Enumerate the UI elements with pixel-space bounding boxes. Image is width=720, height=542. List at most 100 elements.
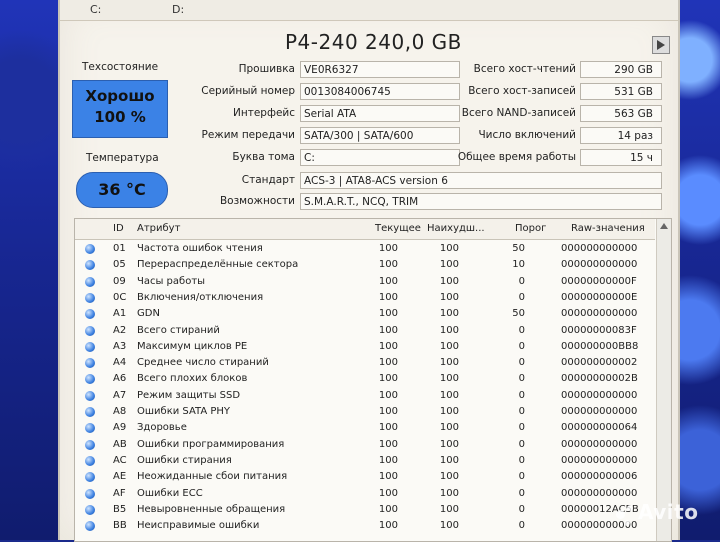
- health-percent: 100 %: [94, 108, 146, 126]
- col-worst[interactable]: Наихудш...: [427, 223, 485, 234]
- attr-threshold: 0: [518, 503, 525, 515]
- health-status: Хорошо: [85, 87, 155, 105]
- attr-threshold: 50: [512, 243, 525, 254]
- attr-id: A8: [113, 406, 127, 417]
- table-row[interactable]: A4 Среднее число стираний 100 100 0 000000000…: [75, 355, 655, 371]
- attr-raw: 000000000000: [561, 487, 638, 499]
- attr-id: A7: [113, 389, 127, 401]
- status-good-icon: [85, 504, 95, 515]
- attr-worst: 100: [439, 357, 459, 369]
- attr-name: Неисправимые ошибки: [137, 520, 260, 532]
- crystaldiskinfo-window: C: D: P4-240 240,0 GB Техсостояние Хорош…: [58, 0, 680, 542]
- status-good-icon: [85, 488, 95, 499]
- attr-name: Частота ошибок чтения: [137, 243, 263, 254]
- attr-id: AB: [113, 438, 127, 450]
- table-row[interactable]: AE Неожиданные сбои питания 100 100 0 0000000…: [75, 469, 655, 485]
- attr-id: AE: [113, 471, 127, 483]
- status-good-icon: [85, 390, 95, 401]
- attr-id: 0C: [113, 291, 127, 303]
- attr-raw: 000000000000: [561, 259, 638, 271]
- table-row[interactable]: A2 Всего стираний 100 100 0 00000000083F: [75, 323, 655, 339]
- attr-threshold: 0: [518, 389, 525, 401]
- attr-current: 100: [378, 259, 398, 271]
- drive-tab-d[interactable]: D:: [172, 3, 184, 16]
- attr-current: 100: [378, 373, 398, 385]
- attr-worst: 100: [439, 291, 459, 303]
- attr-name: Режим защиты SSD: [137, 389, 241, 401]
- attr-name: Ошибки SATA PHY: [137, 406, 231, 417]
- attr-raw: 00000000002B: [561, 373, 638, 385]
- table-row[interactable]: BB Неисправимые ошибки 100 100 0 000000000000: [75, 518, 655, 534]
- attr-threshold: 0: [518, 406, 525, 417]
- attr-raw: 000000000064: [561, 422, 638, 434]
- table-row[interactable]: B5 Невыровненные обращения 100 100 0 00000012…: [75, 502, 655, 518]
- table-row[interactable]: 05 Перераспределённые сектора 100 100 10 0000…: [75, 257, 655, 273]
- attr-current: 100: [378, 520, 398, 532]
- attr-threshold: 10: [512, 259, 525, 271]
- avito-logo-dot: [624, 520, 630, 526]
- power-on-count-value: 14 раз: [580, 127, 662, 144]
- status-good-icon: [85, 309, 95, 320]
- attr-worst: 100: [439, 275, 459, 287]
- attr-raw: 00000000000F: [561, 275, 637, 287]
- col-attribute[interactable]: Атрибут: [137, 223, 180, 234]
- attr-raw: 00000000083F: [561, 324, 637, 336]
- attr-current: 100: [378, 471, 398, 483]
- status-good-icon: [85, 325, 95, 336]
- attr-raw: 000000000000: [561, 308, 638, 320]
- table-row[interactable]: A1 GDN 100 100 50 000000000000: [75, 306, 655, 322]
- table-row[interactable]: 09 Часы работы 100 100 0 00000000000F: [75, 274, 655, 290]
- attr-id: 01: [113, 243, 126, 254]
- volume-letter-label: Буква тома: [232, 151, 295, 163]
- attr-current: 100: [378, 308, 398, 320]
- table-row[interactable]: 01 Частота ошибок чтения 100 100 50 000000000…: [75, 241, 655, 257]
- status-good-icon: [85, 423, 95, 434]
- table-row[interactable]: A9 Здоровье 100 100 0 000000000064: [75, 420, 655, 436]
- health-status-box[interactable]: Хорошо 100 %: [72, 80, 168, 138]
- next-disk-button[interactable]: [652, 36, 670, 54]
- attr-worst: 100: [439, 324, 459, 336]
- attr-threshold: 0: [518, 487, 525, 499]
- attr-worst: 100: [439, 503, 459, 515]
- col-threshold[interactable]: Порог: [515, 223, 546, 234]
- status-good-icon: [85, 358, 95, 369]
- attr-worst: 100: [439, 259, 459, 271]
- attr-id: 09: [113, 275, 126, 287]
- attr-raw: 000000000000: [561, 243, 638, 254]
- table-row[interactable]: AC Ошибки стирания 100 100 0 000000000000: [75, 453, 655, 469]
- status-good-icon: [85, 276, 95, 287]
- attr-threshold: 0: [518, 340, 525, 352]
- serial-number-label: Серийный номер: [201, 85, 295, 97]
- attr-worst: 100: [439, 389, 459, 401]
- attr-raw: 000000000000: [561, 438, 638, 450]
- attr-id: AC: [113, 454, 127, 466]
- table-row[interactable]: A6 Всего плохих блоков 100 100 0 00000000002B: [75, 371, 655, 387]
- status-good-icon: [85, 244, 95, 254]
- table-scrollbar[interactable]: [656, 219, 671, 541]
- transfer-mode-label: Режим передачи: [201, 129, 295, 141]
- table-row[interactable]: A7 Режим защиты SSD 100 100 0 000000000000: [75, 388, 655, 404]
- table-row[interactable]: AF Ошибки ECC 100 100 0 000000000000: [75, 486, 655, 502]
- attr-worst: 100: [439, 438, 459, 450]
- table-row[interactable]: A8 Ошибки SATA PHY 100 100 0 000000000000: [75, 404, 655, 420]
- host-reads-label: Всего хост-чтений: [473, 63, 576, 75]
- table-row[interactable]: 0C Включения/отключения 100 100 0 00000000000…: [75, 290, 655, 306]
- status-good-icon: [85, 439, 95, 450]
- attr-current: 100: [378, 454, 398, 466]
- status-good-icon: [85, 455, 95, 466]
- attr-raw: 000000000006: [561, 471, 638, 483]
- attr-name: Невыровненные обращения: [137, 503, 286, 515]
- drive-tab-c[interactable]: C:: [90, 3, 101, 16]
- attr-current: 100: [378, 487, 398, 499]
- attr-id: BB: [113, 520, 127, 532]
- attr-threshold: 0: [518, 438, 525, 450]
- status-good-icon: [85, 374, 95, 385]
- interface-label: Интерфейс: [233, 107, 295, 119]
- col-id[interactable]: ID: [113, 223, 124, 234]
- table-row[interactable]: A3 Максимум циклов PE 100 100 0 000000000BB8: [75, 339, 655, 355]
- features-value: S.M.A.R.T., NCQ, TRIM: [300, 193, 662, 210]
- col-current[interactable]: Текущее: [375, 223, 421, 234]
- attr-current: 100: [378, 340, 398, 352]
- table-row[interactable]: AB Ошибки программирования 100 100 0 00000000…: [75, 437, 655, 453]
- col-raw[interactable]: Raw-значения: [571, 223, 645, 234]
